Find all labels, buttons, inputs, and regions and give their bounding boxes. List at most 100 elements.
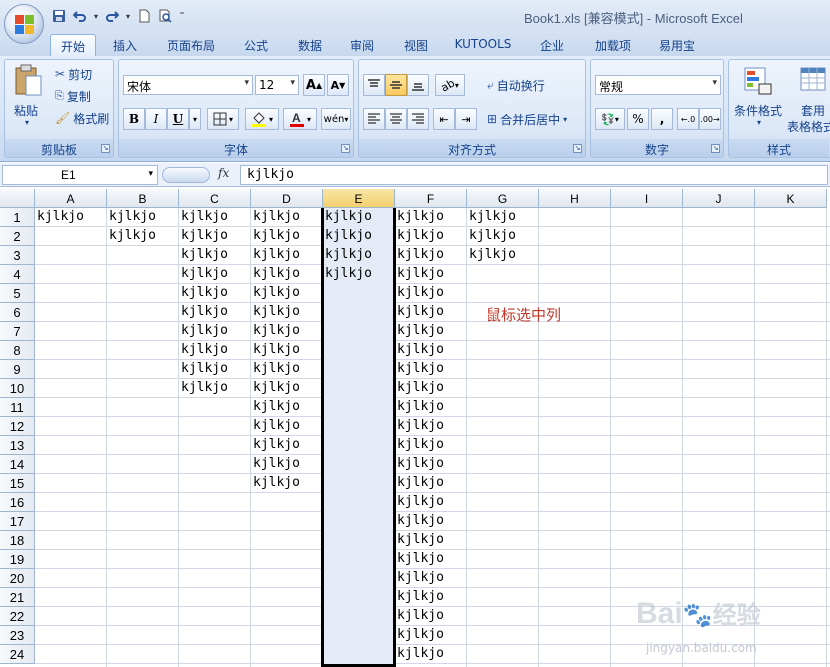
cell-f24[interactable]: kjlkjo <box>395 645 467 664</box>
conditional-formatting-button[interactable]: 条件格式 ▾ <box>733 64 789 134</box>
fill-color-button[interactable]: ▾ <box>245 108 279 130</box>
column-header-h[interactable]: H <box>539 189 611 208</box>
tab-formulas[interactable]: 公式 <box>236 34 276 56</box>
dialog-launcher-icon[interactable]: ↘ <box>573 144 582 153</box>
cell-f8[interactable]: kjlkjo <box>395 341 467 360</box>
select-all-corner[interactable] <box>0 189 35 208</box>
row-header-6[interactable]: 6 <box>0 303 35 322</box>
dialog-launcher-icon[interactable]: ↘ <box>101 144 110 153</box>
cell-d10[interactable]: kjlkjo <box>251 379 323 398</box>
column-header-e[interactable]: E <box>323 189 395 208</box>
row-header-12[interactable]: 12 <box>0 417 35 436</box>
align-right-button[interactable] <box>407 108 429 130</box>
column-header-b[interactable]: B <box>107 189 179 208</box>
cell-f1[interactable]: kjlkjo <box>395 208 467 227</box>
column-header-j[interactable]: J <box>683 189 755 208</box>
column-header-f[interactable]: F <box>395 189 467 208</box>
cell-c5[interactable]: kjlkjo <box>179 284 251 303</box>
cell-d9[interactable]: kjlkjo <box>251 360 323 379</box>
formula-bar-expander[interactable] <box>162 167 210 183</box>
cell-d1[interactable]: kjlkjo <box>251 208 323 227</box>
row-header-20[interactable]: 20 <box>0 569 35 588</box>
row-header-19[interactable]: 19 <box>0 550 35 569</box>
cell-f17[interactable]: kjlkjo <box>395 512 467 531</box>
cell-g1[interactable]: kjlkjo <box>467 208 539 227</box>
wrap-text-button[interactable]: ⤶ 自动换行 <box>487 75 545 95</box>
row-header-7[interactable]: 7 <box>0 322 35 341</box>
tab-enterprise[interactable]: 企业 <box>532 34 572 56</box>
row-header-16[interactable]: 16 <box>0 493 35 512</box>
insert-function-button[interactable]: fx <box>218 166 229 180</box>
font-name-select[interactable]: 宋体 ▾ <box>123 75 253 95</box>
tab-data[interactable]: 数据 <box>290 34 330 56</box>
cell-f10[interactable]: kjlkjo <box>395 379 467 398</box>
cell-c10[interactable]: kjlkjo <box>179 379 251 398</box>
font-size-select[interactable]: 12 ▾ <box>255 75 299 95</box>
phonetic-button[interactable]: wén ▾ <box>321 108 351 130</box>
align-left-button[interactable] <box>363 108 385 130</box>
tab-insert[interactable]: 插入 <box>104 34 146 56</box>
cell-g2[interactable]: kjlkjo <box>467 227 539 246</box>
row-header-15[interactable]: 15 <box>0 474 35 493</box>
cell-d4[interactable]: kjlkjo <box>251 265 323 284</box>
cell-d12[interactable]: kjlkjo <box>251 417 323 436</box>
paste-button[interactable]: 粘贴 ▾ <box>11 64 45 134</box>
italic-button[interactable]: I <box>145 108 167 130</box>
row-header-1[interactable]: 1 <box>0 208 35 227</box>
cell-c1[interactable]: kjlkjo <box>179 208 251 227</box>
font-color-button[interactable]: A ▾ <box>283 108 317 130</box>
column-header-c[interactable]: C <box>179 189 251 208</box>
decrease-indent-button[interactable]: ⇤ <box>433 108 455 130</box>
undo-icon[interactable] <box>71 7 89 25</box>
grow-font-button[interactable]: A ▲ <box>303 74 325 96</box>
borders-button[interactable]: ▾ <box>207 108 239 130</box>
comma-button[interactable]: , <box>651 108 673 130</box>
cell-f12[interactable]: kjlkjo <box>395 417 467 436</box>
decrease-decimal-button[interactable]: .00→ <box>699 108 721 130</box>
orientation-button[interactable]: ab ▾ <box>435 74 465 96</box>
office-button[interactable] <box>4 4 44 44</box>
redo-icon[interactable] <box>103 7 121 25</box>
save-icon[interactable] <box>50 7 68 25</box>
cell-f21[interactable]: kjlkjo <box>395 588 467 607</box>
row-header-3[interactable]: 3 <box>0 246 35 265</box>
print-preview-icon[interactable] <box>156 7 174 25</box>
column-header-g[interactable]: G <box>467 189 539 208</box>
accounting-format-button[interactable]: 💱 ▾ <box>595 108 625 130</box>
row-header-21[interactable]: 21 <box>0 588 35 607</box>
align-center-button[interactable] <box>385 108 407 130</box>
cell-c4[interactable]: kjlkjo <box>179 265 251 284</box>
format-painter-button[interactable]: 🖌 格式刷 <box>55 108 109 128</box>
row-header-10[interactable]: 10 <box>0 379 35 398</box>
cell-d15[interactable]: kjlkjo <box>251 474 323 493</box>
customize-qat-icon[interactable]: ⁼ <box>177 7 187 25</box>
tab-review[interactable]: 审阅 <box>342 34 382 56</box>
cell-d5[interactable]: kjlkjo <box>251 284 323 303</box>
formula-input[interactable]: kjlkjo <box>240 165 828 185</box>
cell-f9[interactable]: kjlkjo <box>395 360 467 379</box>
cell-f22[interactable]: kjlkjo <box>395 607 467 626</box>
cell-d3[interactable]: kjlkjo <box>251 246 323 265</box>
increase-decimal-button[interactable]: ←.0 <box>677 108 699 130</box>
column-header-k[interactable]: K <box>755 189 827 208</box>
cell-c8[interactable]: kjlkjo <box>179 341 251 360</box>
cell-f11[interactable]: kjlkjo <box>395 398 467 417</box>
align-top-button[interactable] <box>363 74 385 96</box>
dialog-launcher-icon[interactable]: ↘ <box>711 144 720 153</box>
row-header-14[interactable]: 14 <box>0 455 35 474</box>
number-format-select[interactable]: 常规 ▾ <box>595 75 721 95</box>
cell-f20[interactable]: kjlkjo <box>395 569 467 588</box>
cell-f4[interactable]: kjlkjo <box>395 265 467 284</box>
new-icon[interactable] <box>135 7 153 25</box>
underline-button[interactable]: U <box>167 108 189 130</box>
format-as-table-button[interactable]: 套用 表格格式 <box>787 64 830 134</box>
cell-f6[interactable]: kjlkjo <box>395 303 467 322</box>
row-header-4[interactable]: 4 <box>0 265 35 284</box>
row-header-23[interactable]: 23 <box>0 626 35 645</box>
row-header-9[interactable]: 9 <box>0 360 35 379</box>
cell-b2[interactable]: kjlkjo <box>107 227 179 246</box>
chevron-down-icon[interactable]: ▾ <box>92 7 100 25</box>
row-header-2[interactable]: 2 <box>0 227 35 246</box>
increase-indent-button[interactable]: ⇥ <box>455 108 477 130</box>
tab-view[interactable]: 视图 <box>396 34 436 56</box>
